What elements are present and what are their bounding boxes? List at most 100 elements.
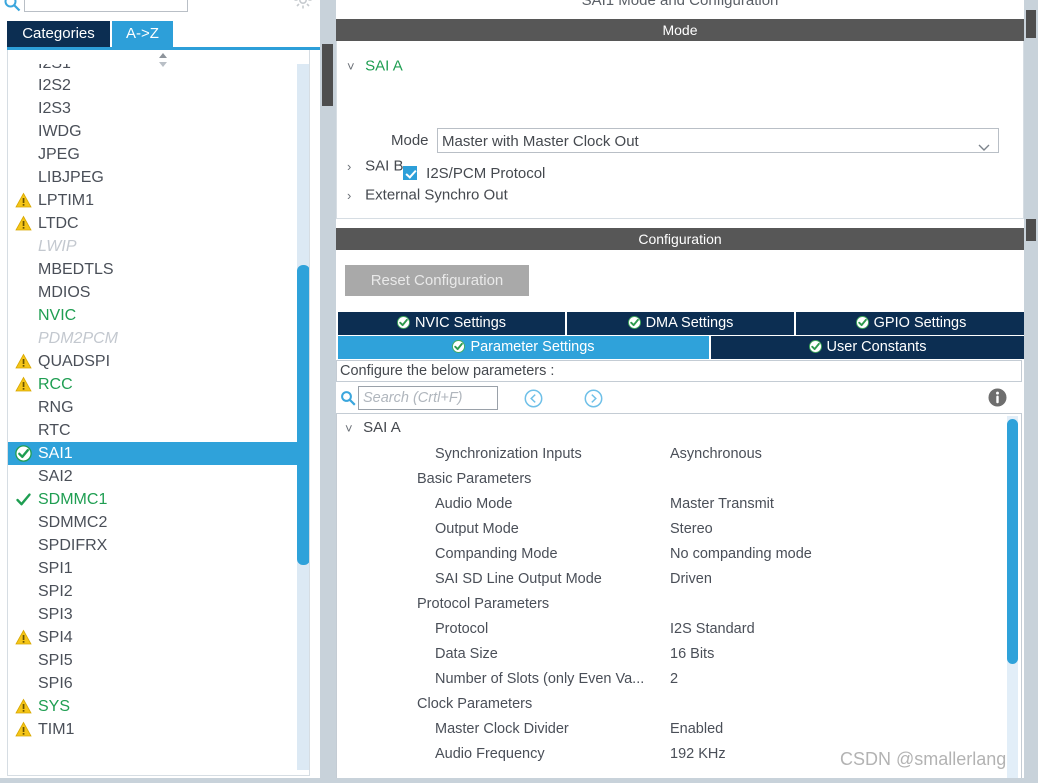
parameter-value[interactable]: Asynchronous <box>670 442 762 467</box>
ip-list-item-label: JPEG <box>38 146 80 163</box>
parameter-value[interactable]: I2S Standard <box>670 617 755 642</box>
mode-select[interactable]: Master with Master Clock Out <box>437 128 999 153</box>
parameter-row[interactable]: Companding Mode No companding mode <box>337 542 997 567</box>
tree-node-label: External Synchro Out <box>365 186 508 204</box>
ip-list-item-pdm2pcm[interactable]: PDM2PCM <box>8 327 293 350</box>
tree-node-sai-b[interactable]: › SAI B <box>347 157 404 175</box>
parameter-row[interactable]: Data Size 16 Bits <box>337 642 997 667</box>
panel-splitter-thumb[interactable] <box>322 44 333 106</box>
tab-categories[interactable]: Categories <box>7 21 110 47</box>
tree-node-external-synchro-out[interactable]: › External Synchro Out <box>347 186 508 204</box>
ip-list-item-sdmmc2[interactable]: SDMMC2 <box>8 511 293 534</box>
parameter-row[interactable]: Audio Mode Master Transmit <box>337 492 997 517</box>
ip-list-item-label: SPI2 <box>38 583 73 600</box>
ip-list-item-rtc[interactable]: RTC <box>8 419 293 442</box>
parameter-tree-root-label: SAI A <box>363 419 401 436</box>
window-scrollbar-thumb-top[interactable] <box>1026 10 1036 38</box>
ip-list-item-i2s1[interactable]: I2S1 <box>8 64 293 74</box>
ip-list-item-quadspi[interactable]: QUADSPI <box>8 350 293 373</box>
parameter-value[interactable]: Driven <box>670 567 712 592</box>
ip-list-item-sai1[interactable]: SAI1 <box>8 442 309 465</box>
tab-a-to-z[interactable]: A->Z <box>112 21 173 47</box>
parameter-value[interactable]: No companding mode <box>670 542 812 567</box>
parameter-scrollbar-thumb[interactable] <box>1007 419 1018 664</box>
ip-search-row <box>0 0 320 18</box>
warning-icon <box>15 215 32 232</box>
tab-user-constants[interactable]: User Constants <box>711 336 1024 359</box>
parameter-row[interactable]: Protocol I2S Standard <box>337 617 997 642</box>
check-circle-icon <box>15 445 32 462</box>
chevron-right-circle-icon[interactable] <box>584 389 603 408</box>
info-icon[interactable] <box>987 387 1008 408</box>
parameter-value[interactable]: 192 KHz <box>670 742 726 767</box>
ip-list-item-spi2[interactable]: SPI2 <box>8 580 293 603</box>
ip-list-item-label: MBEDTLS <box>38 261 114 278</box>
ip-list-item-spi3[interactable]: SPI3 <box>8 603 293 626</box>
parameter-row[interactable]: Synchronization Inputs Asynchronous <box>337 442 997 467</box>
tree-node-sai-a[interactable]: ˅ SAI A <box>347 57 403 75</box>
ip-list-item-rcc[interactable]: RCC <box>8 373 293 396</box>
window-scrollbar-thumb-mid[interactable] <box>1026 219 1036 241</box>
ip-list-item-i2s3[interactable]: I2S3 <box>8 97 293 120</box>
ip-list-item-i2s2[interactable]: I2S2 <box>8 74 293 97</box>
ip-list-item-spi1[interactable]: SPI1 <box>8 557 293 580</box>
parameter-row[interactable]: SAI SD Line Output Mode Driven <box>337 567 997 592</box>
parameter-tree-root[interactable]: ˅ SAI A <box>345 419 401 436</box>
ip-list-item-sdmmc1[interactable]: SDMMC1 <box>8 488 293 511</box>
ip-list-scrollbar-thumb[interactable] <box>297 265 309 565</box>
parameter-value[interactable]: 16 Bits <box>670 642 714 667</box>
parameter-search-input[interactable]: Search (Crtl+F) <box>358 386 498 410</box>
tab-gpio-settings[interactable]: GPIO Settings <box>796 312 1026 335</box>
ip-list-item-lwip[interactable]: LWIP <box>8 235 293 258</box>
parameter-row[interactable]: Output Mode Stereo <box>337 517 997 542</box>
ip-list-item-label: SPI5 <box>38 652 73 669</box>
parameter-row[interactable]: Basic Parameters <box>337 467 997 492</box>
ip-list-item-tim1[interactable]: TIM1 <box>8 718 293 741</box>
warning-icon <box>15 376 32 393</box>
tab-dma-settings[interactable]: DMA Settings <box>567 312 794 335</box>
reset-configuration-button[interactable]: Reset Configuration <box>345 265 529 296</box>
gear-icon[interactable] <box>293 0 313 10</box>
parameter-value[interactable]: 2 <box>670 667 678 692</box>
ip-list-item-label: SAI2 <box>38 468 73 485</box>
panel-splitter-track[interactable] <box>322 0 333 783</box>
ip-search-input[interactable] <box>24 0 188 12</box>
ip-list-item-label: I2S3 <box>38 100 71 117</box>
ip-list-item-sys[interactable]: SYS <box>8 695 293 718</box>
ip-list-item-spdifrx[interactable]: SPDIFRX <box>8 534 293 557</box>
parameter-row[interactable]: Clock Parameters <box>337 692 997 717</box>
ip-list-item-libjpeg[interactable]: LIBJPEG <box>8 166 293 189</box>
ip-list-item-mbedtls[interactable]: MBEDTLS <box>8 258 293 281</box>
tab-nvic-settings[interactable]: NVIC Settings <box>338 312 565 335</box>
ip-list-item-spi4[interactable]: SPI4 <box>8 626 293 649</box>
ip-list-item-spi6[interactable]: SPI6 <box>8 672 293 695</box>
ip-list-item-ltdc[interactable]: LTDC <box>8 212 293 235</box>
warning-icon <box>15 629 32 646</box>
window-scrollbar-track[interactable] <box>1024 0 1038 783</box>
ip-list-item-rng[interactable]: RNG <box>8 396 293 419</box>
ip-list-item-nvic[interactable]: NVIC <box>8 304 293 327</box>
ip-list-item-jpeg[interactable]: JPEG <box>8 143 293 166</box>
ip-list-item-label: LIBJPEG <box>38 169 104 186</box>
warning-icon <box>15 721 32 738</box>
ip-list-item-lptim1[interactable]: LPTIM1 <box>8 189 293 212</box>
parameter-row[interactable]: Audio Frequency 192 KHz <box>337 742 997 767</box>
chevron-right-icon: › <box>347 158 352 174</box>
ip-list-item-mdios[interactable]: MDIOS <box>8 281 293 304</box>
chevron-left-circle-icon[interactable] <box>524 389 543 408</box>
ip-list-item-label: RCC <box>38 376 73 393</box>
ip-list-item-iwdg[interactable]: IWDG <box>8 120 293 143</box>
ip-list-item-label: TIM1 <box>38 721 75 738</box>
parameter-row[interactable]: Master Clock Divider Enabled <box>337 717 997 742</box>
parameter-value[interactable]: Enabled <box>670 717 723 742</box>
parameter-row[interactable]: Number of Slots (only Even Va... 2 <box>337 667 997 692</box>
parameter-value[interactable]: Stereo <box>670 517 713 542</box>
i2s-pcm-protocol-checkbox[interactable]: I2S/PCM Protocol <box>403 165 545 182</box>
parameter-row[interactable]: Protocol Parameters <box>337 592 997 617</box>
tab-parameter-settings[interactable]: Parameter Settings <box>338 336 709 359</box>
page-title: SAI1 Mode and Configuration <box>581 0 779 9</box>
ip-list-item-spi5[interactable]: SPI5 <box>8 649 293 672</box>
parameter-value[interactable]: Master Transmit <box>670 492 774 517</box>
ip-list-rows: I2S1 I2S2 I2S3 IWDG JPEG LIBJPEG LPTIM1 LTDC LWI… <box>8 64 309 741</box>
ip-list-item-sai2[interactable]: SAI2 <box>8 465 293 488</box>
